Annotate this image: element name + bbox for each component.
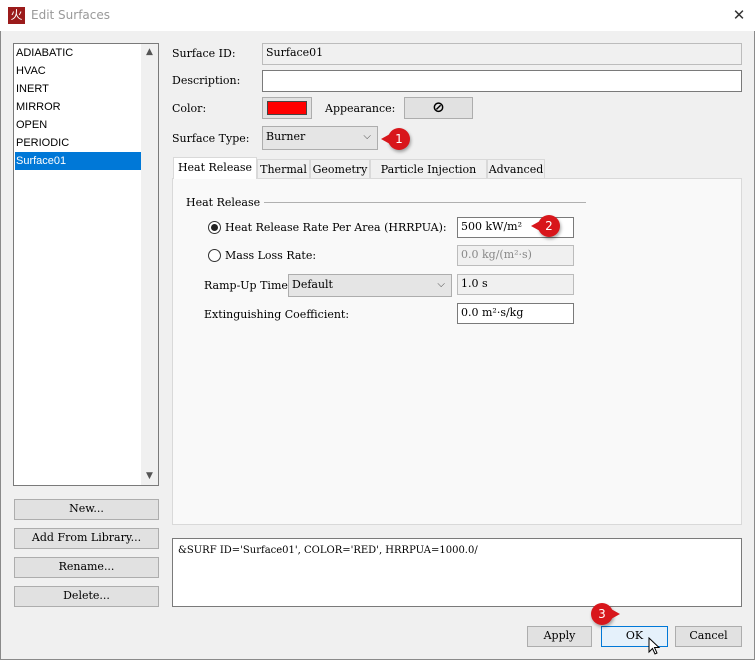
hrrpua-radio[interactable] — [208, 221, 221, 234]
tab-geometry[interactable]: Geometry — [310, 159, 370, 179]
new-button[interactable]: New... — [14, 499, 159, 520]
surface-list[interactable]: ADIABATIC HVAC INERT MIRROR OPEN PERIODI… — [13, 43, 159, 486]
list-item-selected[interactable]: Surface01 — [15, 152, 142, 170]
scroll-down-icon[interactable]: ▼ — [141, 468, 158, 485]
list-item[interactable]: OPEN — [15, 116, 142, 134]
mouse-cursor-icon — [648, 637, 661, 655]
app-icon: 火 — [8, 7, 25, 24]
ramp-up-time-label: Ramp-Up Time: — [204, 279, 292, 292]
chevron-down-icon: ⌵ — [363, 131, 371, 142]
description-input[interactable] — [262, 70, 742, 92]
annotation-badge-2: 2 — [531, 215, 560, 237]
list-item[interactable]: INERT — [15, 80, 142, 98]
surface-type-label: Surface Type: — [172, 132, 250, 145]
mass-loss-rate-label: Mass Loss Rate: — [225, 249, 317, 262]
appearance-label: Appearance: — [325, 102, 396, 115]
list-item[interactable]: ADIABATIC — [15, 44, 142, 62]
surface-type-select[interactable]: Burner ⌵ — [262, 126, 378, 150]
list-scrollbar[interactable]: ▲ ▼ — [141, 44, 158, 485]
list-item[interactable]: PERIODIC — [15, 134, 142, 152]
delete-button[interactable]: Delete... — [14, 586, 159, 607]
color-label: Color: — [172, 102, 207, 115]
color-swatch — [267, 101, 307, 115]
ramp-up-select-value: Default — [292, 278, 333, 291]
appearance-button[interactable]: ⊘ — [404, 97, 473, 119]
mass-loss-rate-input[interactable]: 0.0 kg/(m²·s) — [457, 245, 574, 266]
cancel-button[interactable]: Cancel — [675, 626, 742, 647]
tab-advanced[interactable]: Advanced — [487, 159, 545, 179]
ramp-up-select[interactable]: Default ⌵ — [288, 274, 452, 297]
surface-id-label: Surface ID: — [172, 47, 236, 60]
hrrpua-label: Heat Release Rate Per Area (HRRPUA): — [225, 221, 447, 234]
group-title: Heat Release — [186, 196, 261, 209]
list-item[interactable]: HVAC — [15, 62, 142, 80]
chevron-down-icon: ⌵ — [437, 279, 445, 290]
no-texture-icon: ⊘ — [432, 98, 445, 116]
description-label: Description: — [172, 74, 241, 87]
list-item[interactable]: MIRROR — [15, 98, 142, 116]
ramp-up-time-input[interactable]: 1.0 s — [457, 274, 574, 295]
annotation-badge-3: 3 — [591, 603, 620, 625]
color-button[interactable] — [262, 97, 312, 119]
add-from-library-button[interactable]: Add From Library... — [14, 528, 159, 549]
extinguishing-coefficient-input[interactable]: 0.0 m²·s/kg — [457, 303, 574, 324]
surface-id-input[interactable]: Surface01 — [262, 43, 742, 65]
window-title: Edit Surfaces — [31, 8, 111, 22]
tab-heat-release[interactable]: Heat Release — [173, 157, 257, 179]
close-icon[interactable]: ✕ — [728, 4, 750, 26]
rename-button[interactable]: Rename... — [14, 557, 159, 578]
group-divider — [264, 202, 586, 203]
scroll-up-icon[interactable]: ▲ — [141, 44, 158, 61]
title-bar: 火 Edit Surfaces ✕ — [0, 0, 755, 31]
annotation-badge-1: 1 — [381, 128, 410, 150]
tab-particle-injection[interactable]: Particle Injection — [370, 159, 487, 179]
mass-loss-rate-radio[interactable] — [208, 249, 221, 262]
extinguishing-coefficient-label: Extinguishing Coefficient: — [204, 308, 350, 321]
fds-preview-textarea[interactable]: &SURF ID='Surface01', COLOR='RED', HRRPU… — [172, 538, 742, 607]
apply-button[interactable]: Apply — [527, 626, 592, 647]
surface-type-value: Burner — [266, 130, 306, 143]
tab-thermal[interactable]: Thermal — [257, 159, 310, 179]
